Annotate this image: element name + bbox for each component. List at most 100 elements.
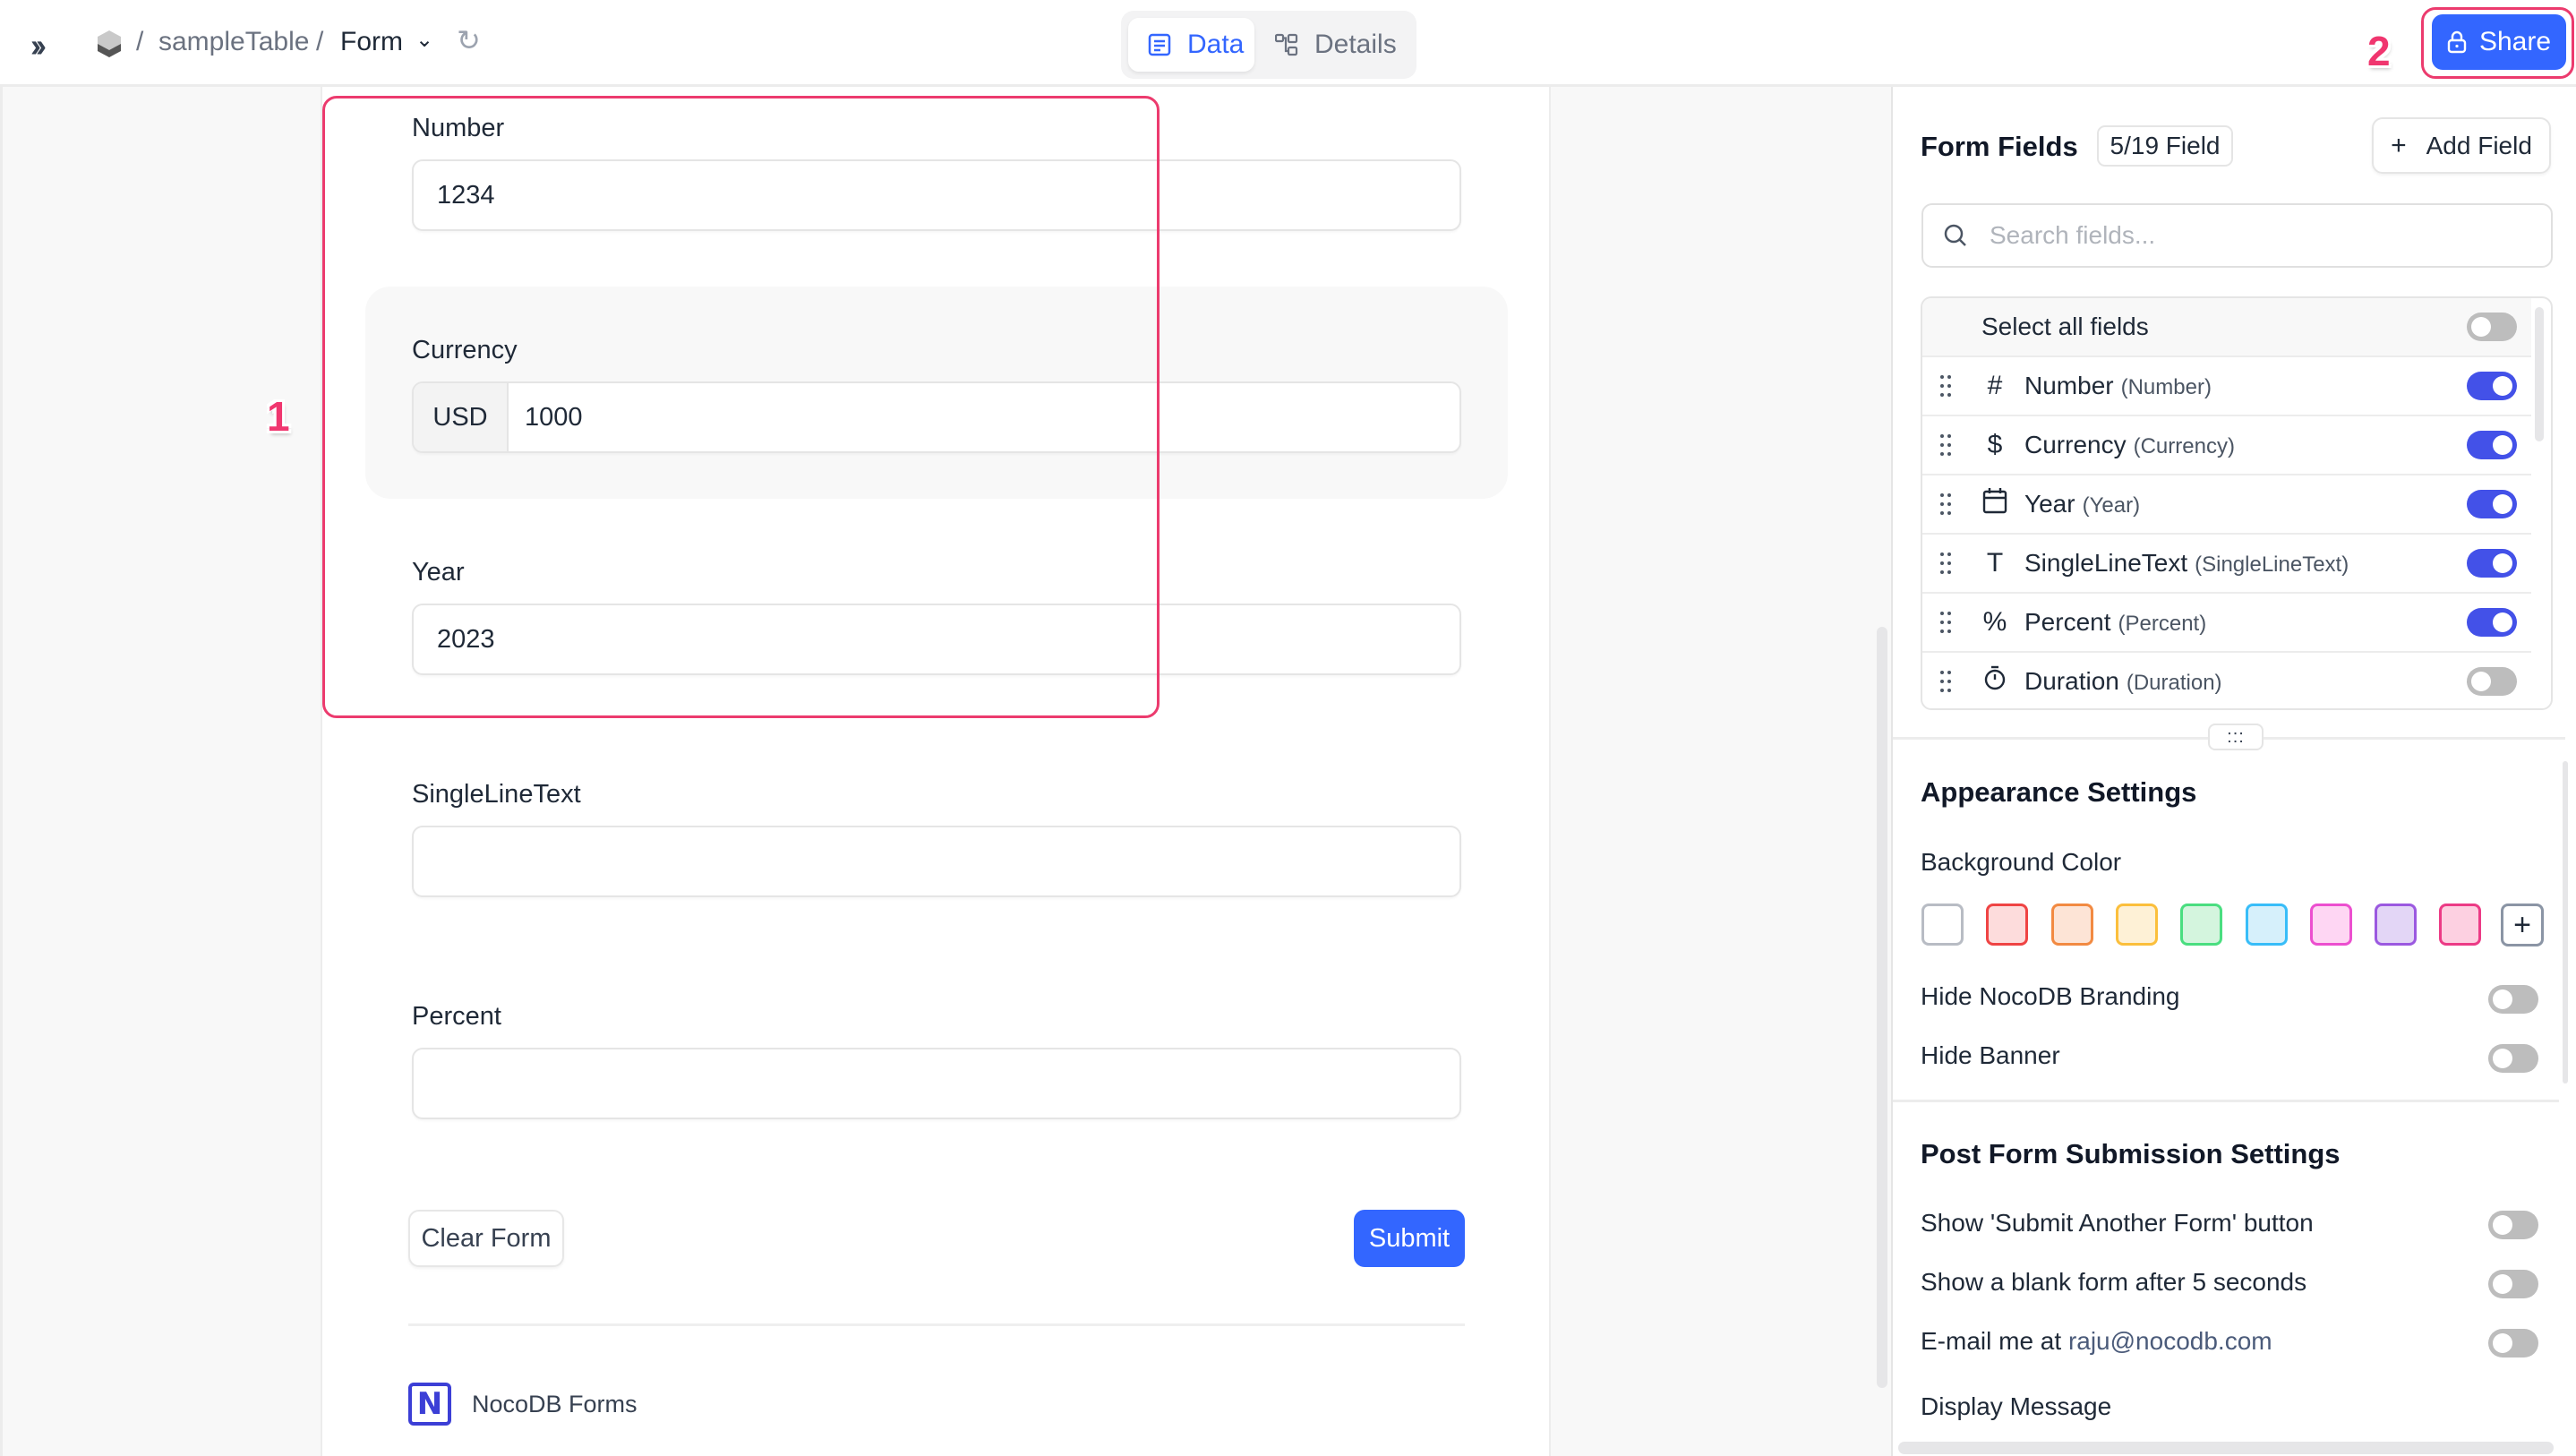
calendar-icon	[1981, 487, 2008, 521]
expand-sidebar-icon[interactable]: ››	[30, 27, 47, 64]
hide-branding-label: Hide NocoDB Branding	[1921, 982, 2180, 1010]
color-swatch[interactable]	[2245, 904, 2288, 946]
field-type: (Year)	[2082, 493, 2141, 518]
drag-handle-icon[interactable]	[1938, 373, 1953, 399]
add-field-label: Add Field	[2426, 131, 2532, 159]
search-fields[interactable]	[1921, 203, 2553, 268]
field-row[interactable]: Year (Year)	[1922, 475, 2531, 535]
color-swatch[interactable]	[1986, 904, 2029, 946]
field-visibility-toggle[interactable]	[2467, 490, 2517, 518]
color-swatch[interactable]	[2180, 904, 2223, 946]
hide-branding-toggle[interactable]	[2488, 985, 2538, 1014]
reload-icon[interactable]: ↻	[457, 23, 481, 57]
annotation-box-1	[322, 96, 1160, 718]
field-label: SingleLineText	[412, 780, 581, 809]
field-visibility-toggle[interactable]	[2467, 372, 2517, 400]
text-icon: T	[1986, 548, 2004, 578]
breadcrumb-view[interactable]: Form	[340, 27, 403, 57]
field-name: Percent (Percent)	[2024, 608, 2206, 637]
tab-details[interactable]: Details	[1264, 18, 1412, 72]
view-tabs: Data Details	[1121, 11, 1416, 79]
top-bar: ›› / sampleTable / Form ⌄ ↻ Data Details…	[0, 0, 2576, 87]
add-color-button[interactable]: +	[2501, 904, 2544, 946]
color-swatch[interactable]	[2115, 904, 2158, 946]
email-me-label: E-mail me at raju@nocodb.com	[1921, 1327, 2272, 1356]
left-gutter	[0, 87, 321, 1456]
field-visibility-toggle[interactable]	[2467, 608, 2517, 637]
blank-form-label: Show a blank form after 5 seconds	[1921, 1268, 2307, 1296]
search-fields-input[interactable]	[1990, 221, 2527, 250]
drag-handle-icon[interactable]	[1938, 550, 1953, 577]
email-me-toggle[interactable]	[2488, 1329, 2538, 1358]
chevron-down-icon[interactable]: ⌄	[415, 27, 433, 53]
field-name: Currency (Currency)	[2024, 431, 2235, 459]
color-swatch[interactable]	[2309, 904, 2352, 946]
plus-icon: +	[2391, 130, 2407, 160]
field-visibility-toggle[interactable]	[2467, 549, 2517, 578]
field-row[interactable]: $ Currency (Currency)	[1922, 416, 2531, 475]
drag-handle-icon[interactable]	[1938, 432, 1953, 458]
tab-details-label: Details	[1314, 30, 1397, 59]
select-all-toggle[interactable]	[2467, 313, 2517, 341]
display-message-label: Display Message	[1921, 1392, 2112, 1420]
field-visibility-toggle[interactable]	[2467, 667, 2517, 696]
color-swatch[interactable]	[1921, 904, 1964, 946]
breadcrumb-table[interactable]: sampleTable	[158, 27, 309, 57]
field-row[interactable]: % Percent (Percent)	[1922, 594, 2531, 653]
hide-banner-label: Hide Banner	[1921, 1041, 2060, 1069]
select-all-label: Select all fields	[1981, 313, 2149, 340]
color-swatch[interactable]	[2375, 904, 2418, 946]
field-label: Percent	[412, 1002, 501, 1031]
singlelinetext-input[interactable]	[412, 826, 1461, 897]
color-swatch[interactable]	[2439, 904, 2482, 946]
drag-handle-icon[interactable]	[1938, 609, 1953, 636]
submit-another-label: Show 'Submit Another Form' button	[1921, 1209, 2314, 1237]
panel-horizontal-scrollbar[interactable]	[1898, 1442, 2554, 1454]
blank-form-toggle[interactable]	[2488, 1270, 2538, 1298]
percent-icon: %	[1982, 607, 2007, 637]
form-scrollbar[interactable]	[1877, 627, 1887, 1388]
hash-icon: #	[1987, 371, 2003, 400]
percent-input[interactable]	[412, 1048, 1461, 1119]
hide-banner-toggle[interactable]	[2488, 1044, 2538, 1073]
field-name-text: SingleLineText	[2024, 549, 2188, 577]
form-divider	[408, 1323, 1465, 1326]
breadcrumb-separator: /	[316, 27, 324, 56]
email-address: raju@nocodb.com	[2067, 1327, 2272, 1355]
field-visibility-toggle[interactable]	[2467, 431, 2517, 459]
field-name-text: Duration	[2024, 667, 2119, 695]
field-type: (Duration)	[2126, 671, 2222, 695]
field-row[interactable]: # Number (Number)	[1922, 357, 2531, 416]
field-row[interactable]: T SingleLineText (SingleLineText)	[1922, 535, 2531, 594]
annotation-number-1: 1	[267, 393, 290, 440]
fields-list-scrollbar[interactable]	[2535, 307, 2544, 441]
drag-handle-icon[interactable]	[1938, 668, 1953, 695]
tab-data[interactable]: Data	[1128, 18, 1254, 72]
field-type: (Percent)	[2118, 612, 2207, 636]
field-name-text: Year	[2024, 490, 2075, 518]
clear-form-button[interactable]: Clear Form	[408, 1210, 564, 1267]
background-color-label: Background Color	[1921, 848, 2122, 876]
resize-handle[interactable]: :::	[2208, 724, 2264, 750]
field-name-text: Number	[2024, 372, 2114, 399]
field-name: SingleLineText (SingleLineText)	[2024, 549, 2349, 578]
submit-another-toggle[interactable]	[2488, 1211, 2538, 1239]
base-icon	[98, 30, 121, 57]
field-name-text: Currency	[2024, 431, 2127, 458]
field-count-badge: 5/19 Field	[2097, 125, 2233, 167]
panel-scrollbar[interactable]	[2563, 761, 2568, 1083]
search-icon	[1944, 224, 1966, 246]
field-type: (SingleLineText)	[2195, 552, 2349, 577]
field-row[interactable]: Duration (Duration)	[1922, 653, 2531, 708]
canvas-gutter	[1551, 87, 1893, 1456]
form-fields-title: Form Fields	[1921, 131, 2078, 162]
color-swatch[interactable]	[2050, 904, 2093, 946]
annotation-number-2: 2	[2367, 28, 2391, 74]
drag-handle-icon[interactable]	[1938, 491, 1953, 518]
field-name-text: Percent	[2024, 608, 2111, 636]
submit-button[interactable]: Submit	[1354, 1210, 1465, 1267]
annotation-box-2	[2421, 7, 2574, 79]
panel-divider	[1893, 1100, 2559, 1102]
field-type: (Currency)	[2133, 434, 2235, 458]
add-field-button[interactable]: + Add Field	[2372, 117, 2551, 174]
